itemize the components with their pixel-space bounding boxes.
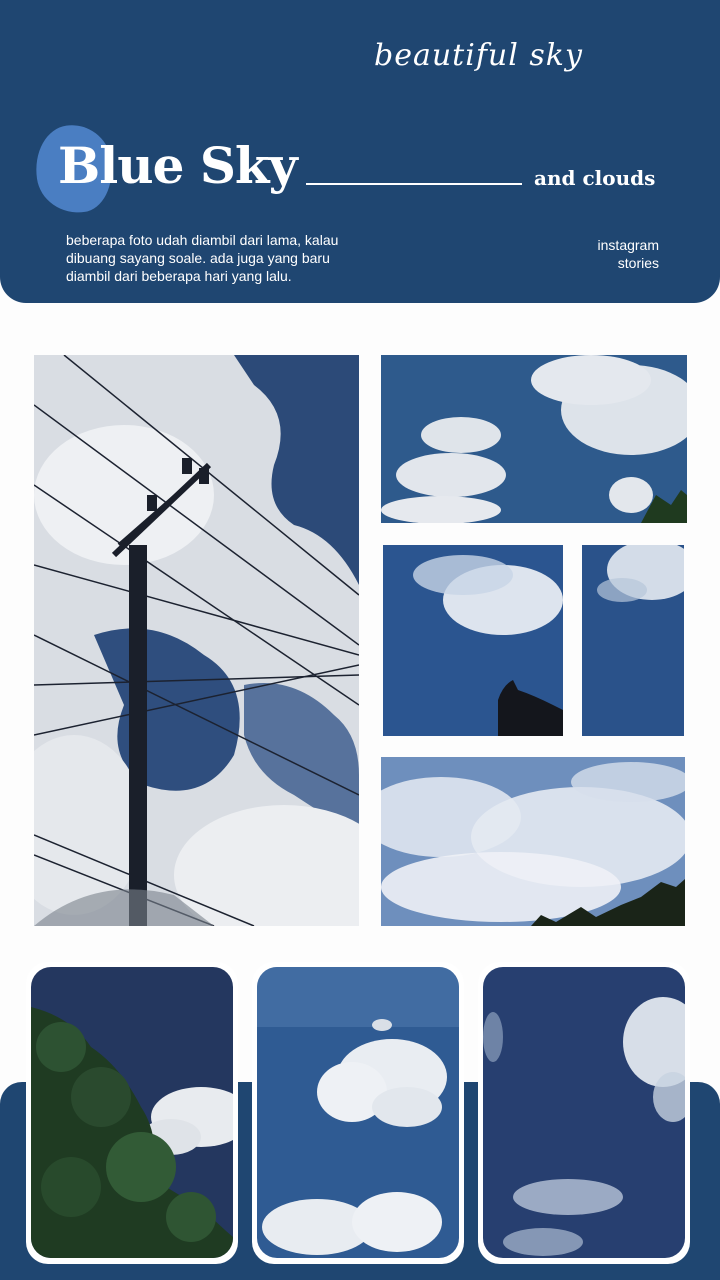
card-tree-sky xyxy=(31,967,233,1258)
card-fluffy-cloud xyxy=(257,967,459,1258)
script-title: beautiful sky xyxy=(374,38,583,73)
description-line: beberapa foto udah diambil dari lama, ka… xyxy=(66,232,339,248)
subtitle: and clouds xyxy=(534,166,656,190)
photo-cloud-cat xyxy=(383,545,563,736)
description-line: diambil dari beberapa hari yang lalu. xyxy=(66,268,292,284)
photo-blue-sky xyxy=(582,545,684,736)
main-title: Blue Sky xyxy=(58,136,298,195)
header-banner: beautiful sky Blue Sky and clouds bebera… xyxy=(0,0,720,303)
card-wispy-clouds xyxy=(483,967,685,1258)
tag-line: instagram xyxy=(597,237,659,253)
tag-line: stories xyxy=(617,255,659,271)
description-line: dibuang sayang soale. ada juga yang baru xyxy=(66,250,330,266)
photo-altocumulus xyxy=(381,757,685,926)
platform-tag: instagram stories xyxy=(598,236,659,272)
photo-power-pole xyxy=(34,355,359,926)
description: beberapa foto udah diambil dari lama, ka… xyxy=(66,231,406,285)
photo-cumulus-clouds xyxy=(381,355,687,523)
title-underline xyxy=(306,183,522,185)
